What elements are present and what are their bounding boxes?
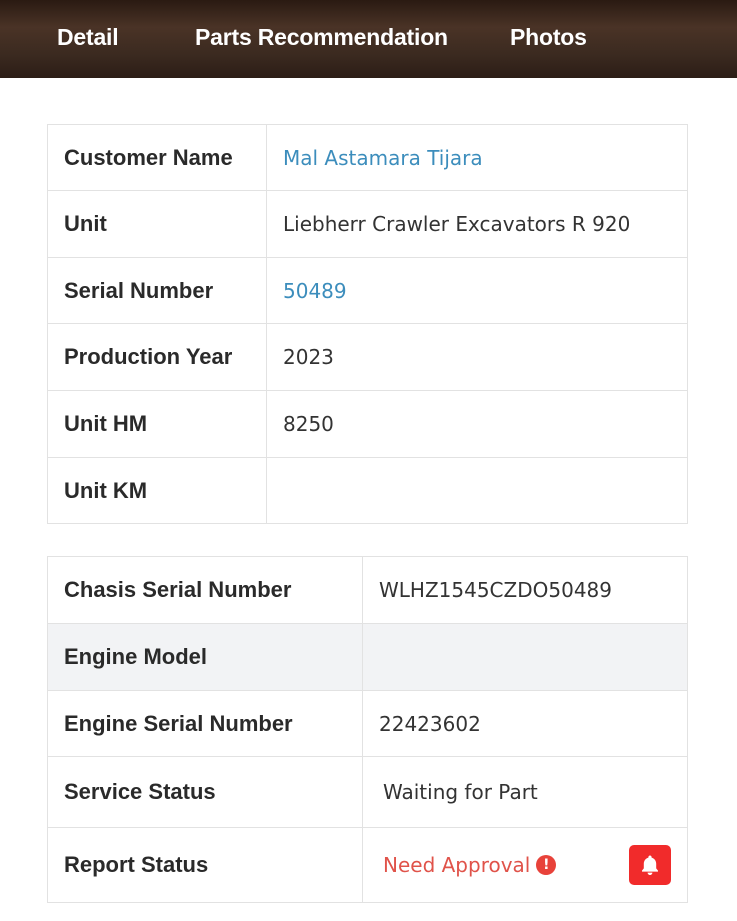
report-status-label: Report Status [47,827,363,903]
table-row: Unit Liebherr Crawler Excavators R 920 [47,190,688,258]
tab-parts-recommendation[interactable]: Parts Recommendation [195,24,448,51]
top-tab-bar: Detail Parts Recommendation Photos [0,0,737,78]
production-year-label: Production Year [47,323,267,391]
tab-photos[interactable]: Photos [510,24,587,51]
table-row: Engine Serial Number 22423602 [47,690,688,757]
chasis-serial-value: WLHZ1545CZDO50489 [362,556,688,624]
service-status-value: Waiting for Part [362,756,688,828]
service-status-label: Service Status [47,756,363,828]
unit-hm-value: 8250 [266,390,688,458]
table-row: Service Status Waiting for Part [47,756,688,828]
unit-info-table: Customer Name Mal Astamara Tijara Unit L… [47,124,688,524]
unit-label: Unit [47,190,267,258]
serial-number-label: Serial Number [47,257,267,324]
exclamation-circle-icon: ! [536,855,557,875]
engine-model-value [362,623,688,691]
unit-km-value [266,457,688,524]
report-status-cell: Need Approval ! [362,827,688,903]
report-status-value: Need Approval [383,853,531,877]
table-row: Production Year 2023 [47,323,688,391]
table-row: Unit KM [47,457,688,524]
engine-serial-label: Engine Serial Number [47,690,363,757]
bell-icon [642,855,658,875]
engine-serial-value: 22423602 [362,690,688,757]
serial-number-link[interactable]: 50489 [266,257,688,324]
chasis-serial-label: Chasis Serial Number [47,556,363,624]
table-row: Unit HM 8250 [47,390,688,458]
table-row: Chasis Serial Number WLHZ1545CZDO50489 [47,556,688,624]
engine-info-table: Chasis Serial Number WLHZ1545CZDO50489 E… [47,556,688,903]
report-status-badge: Need Approval ! [383,853,557,877]
customer-name-link[interactable]: Mal Astamara Tijara [266,124,688,191]
table-row: Engine Model [47,623,688,691]
notify-bell-button[interactable] [629,845,671,885]
unit-hm-label: Unit HM [47,390,267,458]
unit-km-label: Unit KM [47,457,267,524]
customer-name-label: Customer Name [47,124,267,191]
engine-model-label: Engine Model [47,623,363,691]
unit-value: Liebherr Crawler Excavators R 920 [266,190,688,258]
tab-detail[interactable]: Detail [57,24,119,51]
production-year-value: 2023 [266,323,688,391]
table-row: Report Status Need Approval ! [47,827,688,903]
table-row: Serial Number 50489 [47,257,688,324]
table-row: Customer Name Mal Astamara Tijara [47,124,688,191]
